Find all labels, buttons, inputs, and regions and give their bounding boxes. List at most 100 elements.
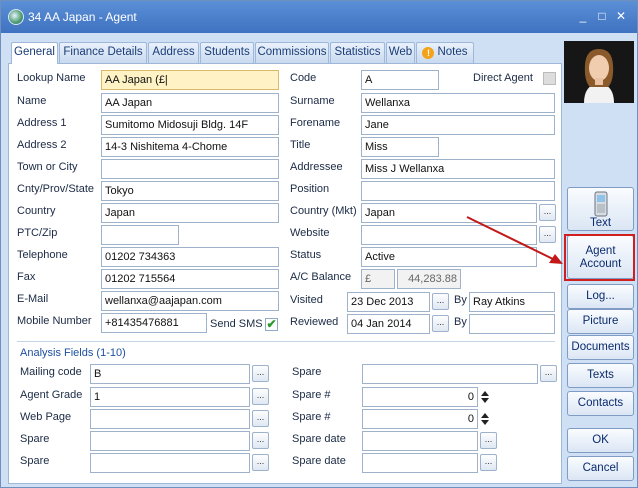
agent-photo[interactable] bbox=[564, 41, 634, 103]
contacts-button[interactable]: Contacts bbox=[567, 391, 634, 416]
agent-grade-field[interactable]: 1 bbox=[90, 387, 250, 407]
forename-label: Forename bbox=[290, 117, 341, 129]
tab-address[interactable]: Address bbox=[148, 42, 199, 63]
name-field[interactable]: AA Japan bbox=[101, 93, 279, 113]
mobile-field[interactable]: +81435476881 bbox=[101, 313, 207, 333]
text-button[interactable]: Text bbox=[567, 187, 634, 231]
cancel-label: Cancel bbox=[582, 462, 619, 474]
cancel-button[interactable]: Cancel bbox=[567, 456, 634, 481]
forename-field[interactable]: Jane bbox=[361, 115, 555, 135]
tab-web[interactable]: Web bbox=[386, 42, 415, 63]
tab-label: Notes bbox=[437, 46, 468, 58]
tab-label: Commissions bbox=[257, 46, 327, 58]
town-field[interactable] bbox=[101, 159, 279, 179]
visited-by-label: By bbox=[454, 294, 467, 306]
tab-label: Students bbox=[204, 46, 250, 58]
contacts-label: Contacts bbox=[577, 397, 624, 409]
ptc-field[interactable] bbox=[101, 225, 179, 245]
tab-statistics[interactable]: Statistics bbox=[330, 42, 385, 63]
fax-field[interactable]: 01202 715564 bbox=[101, 269, 279, 289]
website-label: Website bbox=[290, 227, 330, 239]
email-field[interactable]: wellanxa@aajapan.com bbox=[101, 291, 279, 311]
reviewed-date-picker[interactable]: ... bbox=[432, 315, 449, 332]
telephone-field[interactable]: 01202 734363 bbox=[101, 247, 279, 267]
spare-date-field[interactable] bbox=[362, 431, 478, 451]
spare-date-field[interactable] bbox=[362, 453, 478, 473]
analysis-label: Web Page bbox=[20, 411, 72, 423]
spare-field[interactable] bbox=[362, 364, 538, 384]
log-button[interactable]: Log... bbox=[567, 284, 634, 309]
mailing-code-lookup-button[interactable]: ... bbox=[252, 365, 269, 382]
spare-field[interactable] bbox=[90, 453, 250, 473]
position-field[interactable] bbox=[361, 181, 555, 201]
section-divider bbox=[17, 341, 555, 342]
status-label: Status bbox=[290, 249, 322, 261]
agent-window: 34 AA Japan - Agent _ □ ✕ General Financ… bbox=[0, 0, 638, 488]
analysis-label: Mailing code bbox=[20, 366, 82, 378]
visited-date-field[interactable]: 23 Dec 2013 bbox=[347, 292, 430, 312]
country-label: Country bbox=[17, 205, 56, 217]
tab-label: Web bbox=[388, 46, 413, 58]
web-page-lookup-button[interactable]: ... bbox=[252, 410, 269, 427]
tab-general[interactable]: General bbox=[11, 42, 58, 64]
tab-label: Finance Details bbox=[63, 46, 143, 58]
tab-notes[interactable]: ! Notes bbox=[416, 42, 474, 63]
surname-field[interactable]: Wellanxa bbox=[361, 93, 555, 113]
code-field[interactable]: A bbox=[361, 70, 439, 90]
analysis-fields-heading: Analysis Fields (1-10) bbox=[20, 347, 126, 359]
country-mkt-label: Country (Mkt) bbox=[290, 205, 357, 217]
email-label: E-Mail bbox=[17, 293, 49, 305]
portrait-image bbox=[564, 41, 634, 103]
title-field[interactable]: Miss bbox=[361, 137, 439, 157]
address1-field[interactable]: Sumitomo Midosuji Bldg. 14F bbox=[101, 115, 279, 135]
visited-date-picker[interactable]: ... bbox=[432, 293, 449, 310]
send-sms-checkbox[interactable]: ✔ bbox=[265, 318, 278, 331]
tab-finance-details[interactable]: Finance Details bbox=[59, 42, 147, 63]
spare-date-picker[interactable]: ... bbox=[480, 432, 497, 449]
documents-label: Documents bbox=[571, 341, 630, 353]
reviewed-date-field[interactable]: 04 Jan 2014 bbox=[347, 314, 430, 334]
analysis-label: Agent Grade bbox=[20, 389, 83, 401]
agent-grade-lookup-button[interactable]: ... bbox=[252, 388, 269, 405]
analysis-label: Spare bbox=[20, 455, 50, 467]
address2-label: Address 2 bbox=[17, 139, 67, 151]
spare-date-picker[interactable]: ... bbox=[480, 454, 497, 471]
ptc-label: PTC/Zip bbox=[17, 227, 58, 239]
direct-agent-checkbox[interactable] bbox=[543, 72, 556, 85]
telephone-label: Telephone bbox=[17, 249, 68, 261]
maximize-button[interactable]: □ bbox=[593, 8, 611, 24]
reviewed-by-field[interactable] bbox=[469, 314, 555, 334]
title-label: Title bbox=[290, 139, 311, 151]
close-button[interactable]: ✕ bbox=[612, 8, 630, 24]
address2-field[interactable]: 14-3 Nishitema 4-Chome bbox=[101, 137, 279, 157]
spare-lookup-button[interactable]: ... bbox=[540, 365, 557, 382]
spare-field[interactable] bbox=[90, 431, 250, 451]
texts-button[interactable]: Texts bbox=[567, 363, 634, 388]
web-page-field[interactable] bbox=[90, 409, 250, 429]
country-field[interactable]: Japan bbox=[101, 203, 279, 223]
county-field[interactable]: Tokyo bbox=[101, 181, 279, 201]
minimize-button[interactable]: _ bbox=[574, 8, 592, 24]
spare-lookup-button[interactable]: ... bbox=[252, 432, 269, 449]
documents-button[interactable]: Documents bbox=[567, 335, 634, 360]
highlight-box bbox=[564, 234, 635, 281]
spare-number-field[interactable]: 0 bbox=[362, 387, 478, 407]
analysis-label: Spare # bbox=[292, 411, 331, 423]
lookup-name-field[interactable]: AA Japan (£| bbox=[101, 70, 279, 90]
tab-students[interactable]: Students bbox=[200, 42, 254, 63]
tab-commissions[interactable]: Commissions bbox=[255, 42, 329, 63]
surname-label: Surname bbox=[290, 95, 335, 107]
ok-button[interactable]: OK bbox=[567, 428, 634, 453]
visited-by-field[interactable]: Ray Atkins bbox=[469, 292, 555, 312]
spin-arrows-icon[interactable] bbox=[481, 411, 490, 427]
mailing-code-field[interactable]: B bbox=[90, 364, 250, 384]
spin-arrows-icon[interactable] bbox=[481, 389, 490, 405]
code-label: Code bbox=[290, 72, 317, 84]
spare-number-field[interactable]: 0 bbox=[362, 409, 478, 429]
visited-label: Visited bbox=[290, 294, 323, 306]
picture-button[interactable]: Picture bbox=[567, 309, 634, 334]
addressee-field[interactable]: Miss J Wellanxa bbox=[361, 159, 555, 179]
position-label: Position bbox=[290, 183, 330, 195]
analysis-label: Spare date bbox=[292, 455, 346, 467]
spare-lookup-button[interactable]: ... bbox=[252, 454, 269, 471]
